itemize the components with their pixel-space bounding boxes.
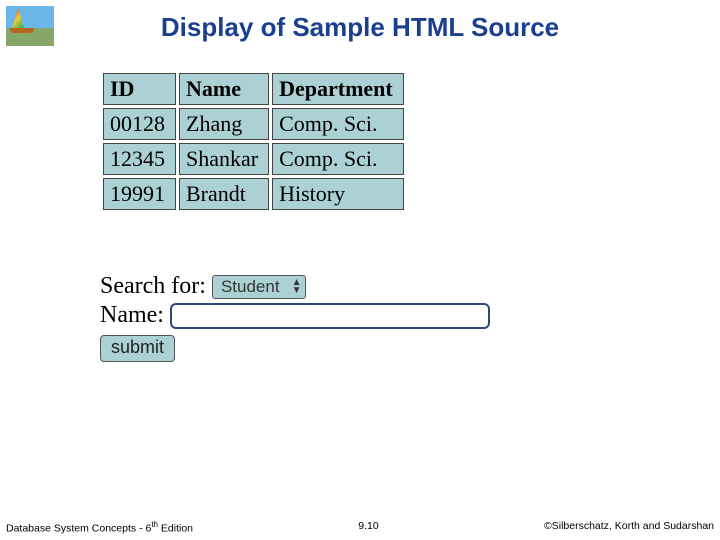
chevron-updown-icon: ▲▼	[292, 279, 302, 295]
col-name: Name	[179, 73, 269, 105]
submit-button[interactable]: submit	[100, 335, 175, 362]
name-input[interactable]	[170, 303, 490, 329]
name-label: Name:	[100, 302, 164, 329]
footer-book-suffix: Edition	[158, 522, 193, 534]
footer: Database System Concepts - 6th Edition 9…	[0, 520, 720, 535]
cell-id: 19991	[103, 178, 176, 210]
cell-id: 12345	[103, 143, 176, 175]
footer-left: Database System Concepts - 6th Edition	[6, 520, 193, 535]
cell-name: Zhang	[179, 108, 269, 140]
slide-title: Display of Sample HTML Source	[0, 12, 720, 43]
search-label: Search for:	[100, 273, 206, 300]
data-table: ID Name Department 00128 Zhang Comp. Sci…	[100, 70, 407, 213]
table-row: 19991 Brandt History	[103, 178, 404, 210]
search-select-value: Student	[221, 277, 280, 297]
cell-dept: Comp. Sci.	[272, 143, 404, 175]
table-header-row: ID Name Department	[103, 73, 404, 105]
cell-id: 00128	[103, 108, 176, 140]
footer-center: 9.10	[358, 520, 378, 535]
footer-right: ©Silberschatz, Korth and Sudarshan	[544, 520, 714, 535]
search-select[interactable]: Student ▲▼	[212, 275, 307, 299]
col-dept: Department	[272, 73, 404, 105]
footer-book-ord: th	[151, 520, 158, 529]
col-id: ID	[103, 73, 176, 105]
cell-dept: History	[272, 178, 404, 210]
cell-name: Shankar	[179, 143, 269, 175]
search-form: Search for: Student ▲▼ Name: submit	[100, 273, 620, 362]
footer-book-prefix: Database System Concepts - 6	[6, 522, 151, 534]
table-row: 00128 Zhang Comp. Sci.	[103, 108, 404, 140]
cell-name: Brandt	[179, 178, 269, 210]
slide-content: ID Name Department 00128 Zhang Comp. Sci…	[100, 70, 620, 362]
table-row: 12345 Shankar Comp. Sci.	[103, 143, 404, 175]
cell-dept: Comp. Sci.	[272, 108, 404, 140]
